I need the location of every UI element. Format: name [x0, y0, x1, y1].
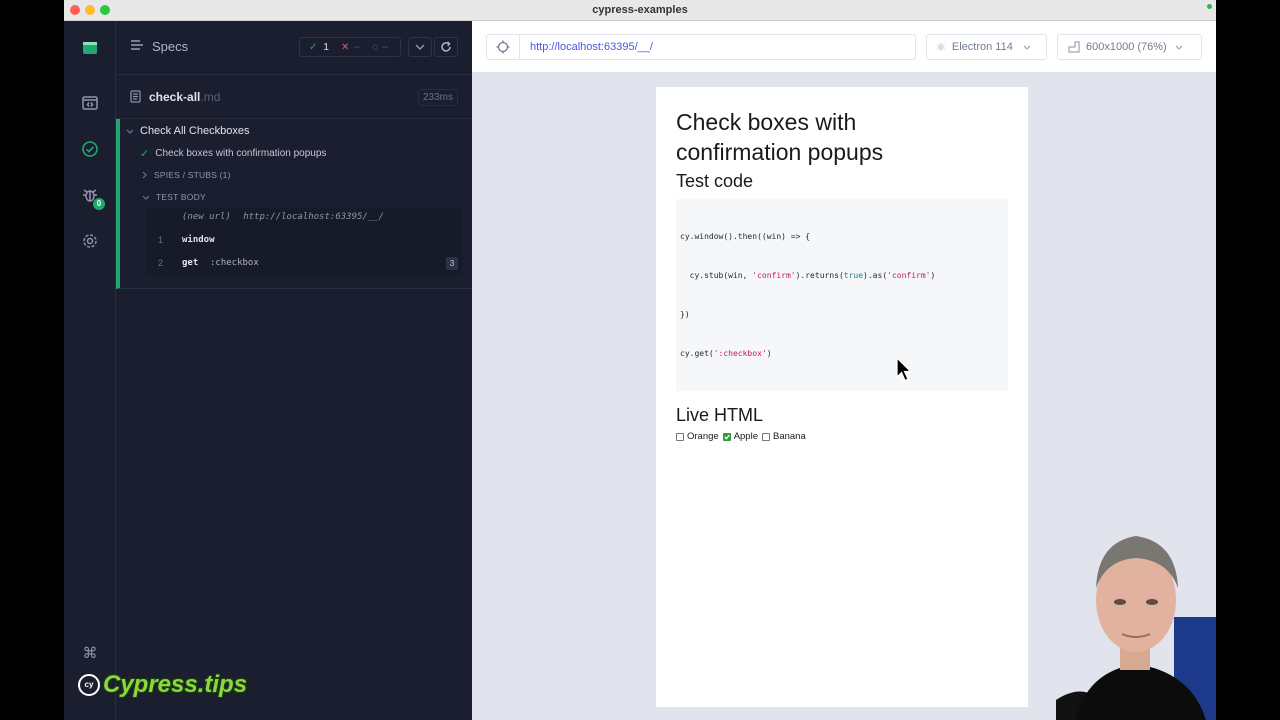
specs-toggle-button[interactable]: Specs	[130, 39, 188, 54]
expand-collapse-button[interactable]	[408, 37, 432, 57]
window-title: cypress-examples	[592, 4, 688, 16]
banana-checkbox[interactable]	[762, 432, 770, 441]
command-number: 1	[158, 235, 164, 245]
chevron-down-icon	[415, 44, 425, 50]
runs-nav-icon[interactable]	[80, 139, 100, 159]
live-html-heading: Live HTML	[676, 405, 764, 425]
spec-file-extension: .md	[200, 90, 221, 104]
settings-gear-icon[interactable]	[80, 231, 100, 251]
url-bar[interactable]: http://localhost:63395/__/	[486, 34, 916, 60]
spies-stubs-label: SPIES / STUBS (1)	[154, 170, 231, 180]
failed-count: --	[353, 41, 361, 53]
test-passed-check-icon: ✓	[140, 148, 150, 160]
pending-count: --	[381, 41, 389, 53]
checkbox-group: Orange Apple Banana	[676, 431, 1008, 442]
window-titlebar: cypress-examples	[64, 0, 1216, 21]
passed-check-icon: ✓	[309, 41, 318, 53]
spec-file-row[interactable]: check-all.md 233ms	[116, 75, 472, 119]
code-block: cy.window().then((win) => { cy.stub(win,…	[676, 199, 1008, 391]
viewport-size: 600x1000 (76%)	[1086, 41, 1167, 53]
test-title: Check boxes with confirmation popups	[155, 148, 327, 159]
command-log-reporter: Specs ✓ 1 ✕ -- ◌ -- check-all.md 233ms C…	[78, 21, 472, 720]
cy-logo-icon: cy	[78, 674, 100, 696]
page-title: Check boxes with confirmation popups	[676, 109, 884, 165]
chevron-right-icon	[142, 171, 147, 179]
specs-label: Specs	[152, 39, 189, 54]
command-number: 2	[158, 258, 164, 268]
refresh-icon	[441, 41, 451, 52]
selector-playground-button[interactable]	[487, 35, 520, 59]
close-window-button[interactable]	[70, 5, 80, 15]
new-url-label: (new url)	[182, 212, 231, 222]
code-line: })	[680, 310, 690, 319]
electron-icon: ⚛	[936, 41, 946, 54]
test-body-toggle[interactable]: TEST BODY	[142, 192, 206, 202]
code-line: cy.stub(win, 'confirm').returns(true).as…	[680, 271, 936, 280]
checkmark-icon	[723, 434, 730, 440]
specs-nav-icon[interactable]	[80, 93, 100, 113]
presenter-webcam	[1056, 522, 1216, 720]
test-body-label: TEST BODY	[156, 192, 206, 202]
test-code-heading: Test code	[676, 171, 754, 191]
viewport-info[interactable]: 600x1000 (76%)	[1057, 34, 1202, 60]
zoom-window-button[interactable]	[100, 5, 110, 15]
command-name: window	[182, 235, 215, 245]
chevron-down-icon	[126, 129, 134, 134]
url-text: http://localhost:63395/__/	[530, 41, 653, 53]
app-window: cypress-examples 0 ⌘ Specs ✓ 1 ✕ -- ◌ --…	[64, 0, 1216, 720]
command-row-get[interactable]: 2 get :checkbox 3	[146, 253, 462, 275]
minimize-window-button[interactable]	[85, 5, 95, 15]
chevron-down-icon	[142, 195, 150, 200]
failed-x-icon: ✕	[340, 41, 350, 53]
cypress-logo-icon[interactable]	[80, 38, 100, 58]
orange-checkbox[interactable]	[676, 432, 684, 441]
apple-checkbox[interactable]	[722, 432, 731, 441]
viewport-icon	[1068, 41, 1080, 53]
mouse-cursor-icon	[896, 356, 912, 388]
cypress-tips-watermark: cy Cypress.tips	[78, 671, 247, 699]
aut-header: http://localhost:63395/__/ ⚛ Electron 11…	[472, 21, 1216, 73]
suite-block: Check All Checkboxes ✓ Check boxes with …	[116, 119, 472, 289]
debug-nav-icon[interactable]: 0	[80, 185, 105, 210]
pending-spinner-icon: ◌	[372, 41, 378, 53]
watermark-text: Cypress.tips	[103, 671, 248, 698]
spec-duration: 233ms	[417, 89, 458, 106]
chevron-down-icon	[1175, 45, 1183, 50]
suite-title: Check All Checkboxes	[140, 125, 250, 137]
command-log-list: (new url) http://localhost:63395/__/ 1 w…	[146, 207, 462, 275]
recording-indicator	[1207, 4, 1212, 9]
command-argument: :checkbox	[210, 258, 259, 268]
code-line: cy.get(':checkbox')	[680, 349, 772, 358]
apple-label: Apple	[733, 431, 758, 442]
new-url-value: http://localhost:63395/__/	[243, 212, 385, 222]
debug-count-badge: 0	[93, 198, 105, 210]
menu-lines-icon	[130, 39, 144, 54]
suite-row[interactable]: Check All Checkboxes	[126, 125, 249, 137]
keyboard-shortcuts-icon[interactable]: ⌘	[80, 643, 100, 663]
passed-count: 1	[323, 41, 329, 53]
browser-name: Electron 114	[951, 41, 1013, 53]
command-name: get	[182, 258, 199, 268]
side-navigation: 0 ⌘	[64, 21, 116, 720]
test-row[interactable]: ✓ Check boxes with confirmation popups	[140, 147, 326, 160]
element-count-badge: 3	[446, 257, 458, 270]
new-url-row[interactable]: (new url) http://localhost:63395/__/	[182, 212, 384, 222]
chevron-down-icon	[1023, 45, 1031, 50]
reporter-header: Specs ✓ 1 ✕ -- ◌ --	[116, 21, 472, 75]
banana-label: Banana	[773, 431, 806, 442]
command-row-window[interactable]: 1 window	[146, 230, 462, 252]
orange-label: Orange	[687, 431, 719, 442]
code-line: cy.window().then((win) => {	[680, 232, 811, 241]
app-under-test: Check boxes with confirmation popups Tes…	[656, 87, 1028, 707]
rerun-button[interactable]	[434, 37, 458, 57]
spec-file-name: check-all	[149, 90, 201, 104]
document-icon	[130, 90, 141, 108]
crosshair-icon	[496, 40, 510, 54]
browser-selector[interactable]: ⚛ Electron 114	[926, 34, 1047, 60]
test-stats: ✓ 1 ✕ -- ◌ --	[299, 37, 401, 57]
spies-stubs-toggle[interactable]: SPIES / STUBS (1)	[142, 170, 231, 180]
